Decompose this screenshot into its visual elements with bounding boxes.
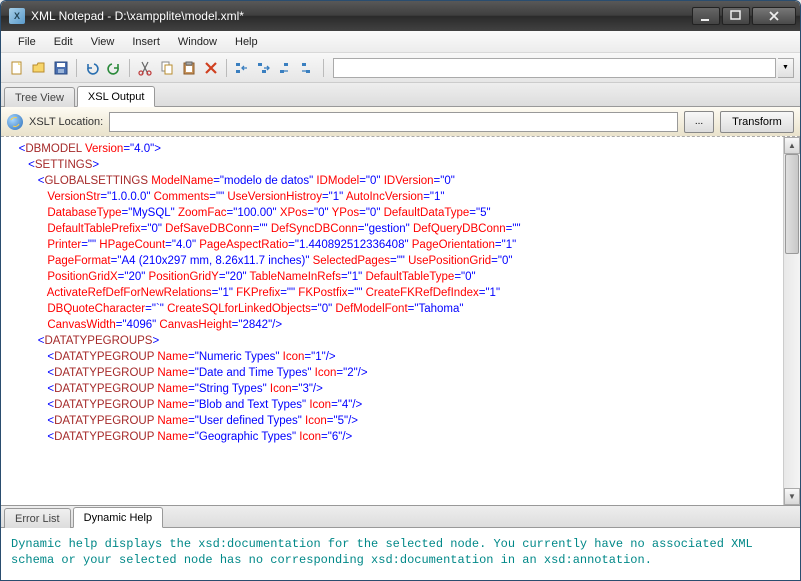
menu-window[interactable]: Window <box>169 33 226 51</box>
ie-icon <box>7 114 23 130</box>
xslt-bar: XSLT Location: ... Transform <box>1 107 800 137</box>
maximize-button[interactable] <box>722 7 750 25</box>
vertical-scrollbar[interactable]: ▲ ▼ <box>783 137 800 505</box>
paste-icon[interactable] <box>179 58 199 78</box>
xml-line: <DATATYPEGROUP Name="Blob and Text Types… <box>9 397 775 413</box>
xml-line: <DATATYPEGROUP Name="Date and Time Types… <box>9 365 775 381</box>
xml-line: <DATATYPEGROUP Name="Numeric Types" Icon… <box>9 349 775 365</box>
xml-line: <GLOBALSETTINGS ModelName="modelo de dat… <box>9 173 775 189</box>
scroll-thumb[interactable] <box>785 154 799 254</box>
tab-tree-view[interactable]: Tree View <box>4 87 75 107</box>
xml-line: Printer="" HPageCount="4.0" PageAspectRa… <box>9 237 775 253</box>
tab-dynamic-help[interactable]: Dynamic Help <box>73 507 163 528</box>
toolbar-separator <box>76 59 77 77</box>
dynamic-help-text: Dynamic help displays the xsd:documentat… <box>1 528 800 580</box>
save-icon[interactable] <box>51 58 71 78</box>
content-area: <DBMODEL Version="4.0"> <SETTINGS> <GLOB… <box>1 137 800 505</box>
scroll-down-icon[interactable]: ▼ <box>784 488 800 505</box>
menu-edit[interactable]: Edit <box>45 33 82 51</box>
unindent-sibling-icon[interactable] <box>232 58 252 78</box>
move-out-icon[interactable] <box>276 58 296 78</box>
move-in-icon[interactable] <box>298 58 318 78</box>
menu-help[interactable]: Help <box>226 33 267 51</box>
output-tabs: Error List Dynamic Help <box>1 505 800 528</box>
scroll-up-icon[interactable]: ▲ <box>784 137 800 154</box>
menu-file[interactable]: File <box>9 33 45 51</box>
delete-icon[interactable] <box>201 58 221 78</box>
toolbar: ▼ <box>1 53 800 83</box>
xml-line: DefaultTablePrefix="0" DefSaveDBConn="" … <box>9 221 775 237</box>
xslt-browse-button[interactable]: ... <box>684 111 714 133</box>
xml-line: <DBMODEL Version="4.0"> <box>9 141 775 157</box>
open-icon[interactable] <box>29 58 49 78</box>
xml-line: <DATATYPEGROUP Name="Geographic Types" I… <box>9 429 775 445</box>
new-icon[interactable] <box>7 58 27 78</box>
cut-icon[interactable] <box>135 58 155 78</box>
xslt-location-input[interactable] <box>109 112 678 132</box>
toolbar-separator <box>226 59 227 77</box>
app-window: X XML Notepad - D:\xampplite\model.xml* … <box>0 0 801 581</box>
xml-line: DBQuoteCharacter="`" CreateSQLforLinkedO… <box>9 301 775 317</box>
app-icon: X <box>9 8 25 24</box>
toolbar-separator <box>323 59 324 77</box>
xml-line: VersionStr="1.0.0.0" Comments="" UseVers… <box>9 189 775 205</box>
indent-sibling-icon[interactable] <box>254 58 274 78</box>
xml-line: <SETTINGS> <box>9 157 775 173</box>
xml-line: CanvasWidth="4096" CanvasHeight="2842"/> <box>9 317 775 333</box>
tab-error-list[interactable]: Error List <box>4 508 71 528</box>
close-button[interactable] <box>752 7 796 25</box>
xml-output[interactable]: <DBMODEL Version="4.0"> <SETTINGS> <GLOB… <box>1 137 783 505</box>
xml-line: PageFormat="A4 (210x297 mm, 8.26x11.7 in… <box>9 253 775 269</box>
window-title: XML Notepad - D:\xampplite\model.xml* <box>31 9 692 23</box>
xml-line: <DATATYPEGROUP Name="String Types" Icon=… <box>9 381 775 397</box>
redo-icon[interactable] <box>104 58 124 78</box>
view-tabs: Tree View XSL Output <box>1 83 800 107</box>
xml-line: DatabaseType="MySQL" ZoomFac="100.00" XP… <box>9 205 775 221</box>
toolbar-search-input[interactable] <box>333 58 776 78</box>
titlebar[interactable]: X XML Notepad - D:\xampplite\model.xml* <box>1 1 800 31</box>
xml-line: <DATATYPEGROUP Name="User defined Types"… <box>9 413 775 429</box>
undo-icon[interactable] <box>82 58 102 78</box>
xml-line: PositionGridX="20" PositionGridY="20" Ta… <box>9 269 775 285</box>
tab-xsl-output[interactable]: XSL Output <box>77 86 155 107</box>
minimize-button[interactable] <box>692 7 720 25</box>
copy-icon[interactable] <box>157 58 177 78</box>
toolbar-separator <box>129 59 130 77</box>
xml-line: ActivateRefDefForNewRelations="1" FKPref… <box>9 285 775 301</box>
menu-view[interactable]: View <box>82 33 124 51</box>
xslt-transform-button[interactable]: Transform <box>720 111 794 133</box>
toolbar-search-dropdown[interactable]: ▼ <box>778 58 794 78</box>
xslt-location-label: XSLT Location: <box>29 116 103 128</box>
xml-line: <DATATYPEGROUPS> <box>9 333 775 349</box>
menubar: File Edit View Insert Window Help <box>1 31 800 53</box>
menu-insert[interactable]: Insert <box>123 33 169 51</box>
